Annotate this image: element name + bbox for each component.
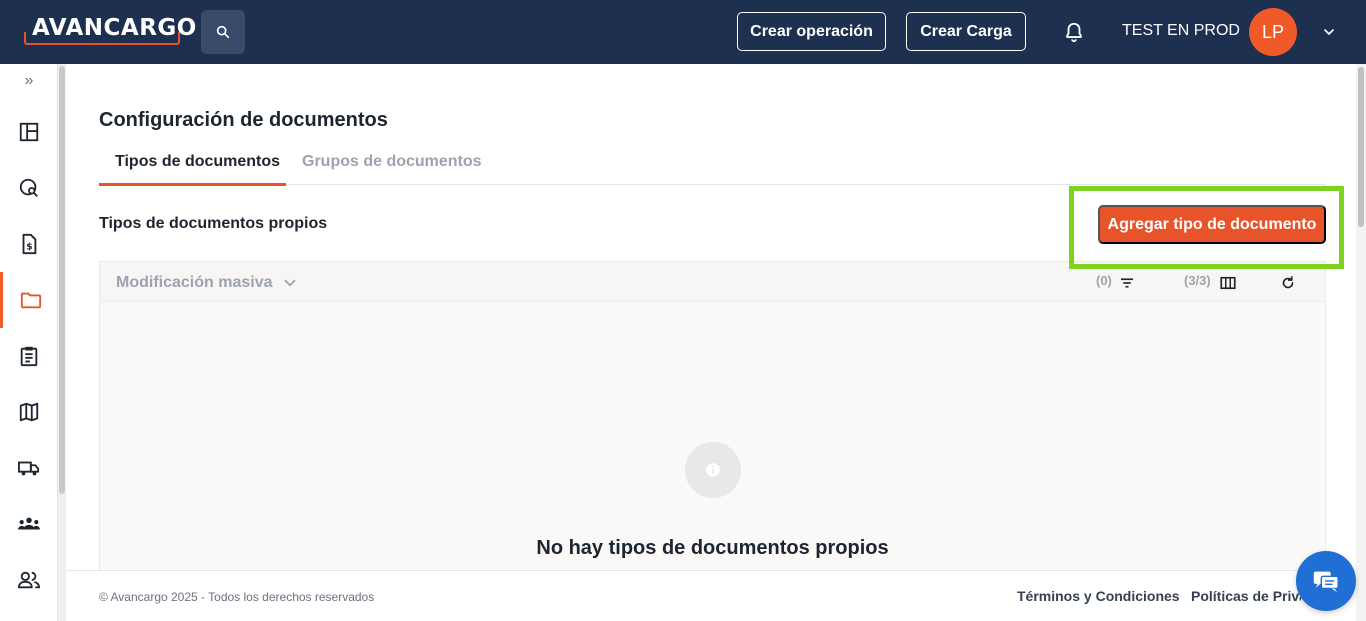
- add-document-type-button[interactable]: Agregar tipo de documento: [1098, 205, 1326, 244]
- terms-link[interactable]: Términos y Condiciones: [1017, 588, 1180, 604]
- refresh-icon[interactable]: [1279, 274, 1297, 292]
- sidebar-item-groups[interactable]: [0, 496, 58, 552]
- chat-widget-button[interactable]: [1296, 551, 1356, 611]
- search-icon: [216, 25, 230, 39]
- sidebar-item-invoices[interactable]: $: [0, 216, 58, 272]
- filter-count: (0): [1096, 273, 1112, 288]
- create-load-button[interactable]: Crear Carga: [906, 12, 1026, 51]
- main-scrollbar-thumb[interactable]: [1358, 67, 1364, 227]
- sidebar-scrollbar-thumb[interactable]: [59, 66, 65, 494]
- columns-count: (3/3): [1184, 273, 1211, 288]
- folder-icon: [20, 292, 41, 309]
- users-icon: [18, 571, 41, 589]
- dashboard-icon: [19, 122, 39, 142]
- bulk-edit-label: Modificación masiva: [116, 274, 273, 291]
- sidebar: » $: [0, 64, 58, 621]
- logo-underline: [24, 32, 180, 45]
- main-content: Configuración de documentos Tipos de doc…: [66, 64, 1356, 621]
- create-operation-button[interactable]: Crear operación: [737, 12, 886, 51]
- footer: © Avancargo 2025 - Todos los derechos re…: [66, 570, 1356, 621]
- info-icon: [706, 463, 720, 477]
- avatar[interactable]: LP: [1249, 8, 1297, 56]
- section-title: Tipos de documentos propios: [99, 215, 328, 232]
- group-icon: [18, 517, 40, 530]
- sidebar-expand-icon[interactable]: »: [19, 72, 39, 92]
- sidebar-item-fleet[interactable]: [0, 440, 58, 496]
- sidebar-item-documents[interactable]: [0, 272, 58, 328]
- tab-document-groups[interactable]: Grupos de documentos: [302, 153, 482, 171]
- top-navbar: AVANCARGO Crear operación Crear Carga TE…: [0, 0, 1366, 64]
- chevron-down-icon[interactable]: [1320, 24, 1338, 40]
- privacy-link[interactable]: Políticas de Privacidad: [1191, 588, 1301, 604]
- page-title: Configuración de documentos: [99, 109, 388, 131]
- svg-text:$: $: [26, 242, 32, 253]
- sidebar-item-users[interactable]: [0, 552, 58, 608]
- active-tab-indicator: [99, 183, 286, 186]
- search-button[interactable]: [201, 10, 245, 54]
- truck-icon: [18, 461, 40, 476]
- invoice-icon: $: [22, 233, 37, 255]
- document-types-table: Modificación masiva (0) (3/3) No hay tip…: [99, 261, 1326, 621]
- columns-icon[interactable]: [1219, 274, 1237, 292]
- map-icon: [19, 402, 39, 422]
- globe-search-icon: [19, 178, 38, 197]
- copyright-text: © Avancargo 2025 - Todos los derechos re…: [99, 590, 375, 604]
- tab-document-types[interactable]: Tipos de documentos: [115, 153, 280, 171]
- avancargo-logo[interactable]: AVANCARGO: [24, 14, 196, 46]
- chevron-down-icon: [284, 279, 295, 287]
- chat-icon: [1313, 571, 1339, 593]
- sidebar-item-orders[interactable]: [0, 328, 58, 384]
- empty-state-message: No hay tipos de documentos propios: [536, 537, 889, 559]
- sidebar-item-dashboard[interactable]: [0, 104, 58, 160]
- bulk-edit-dropdown[interactable]: Modificación masiva: [116, 274, 299, 292]
- clipboard-icon: [20, 346, 38, 367]
- user-name: TEST EN PROD: [1122, 22, 1240, 39]
- sidebar-item-tracking[interactable]: [0, 160, 58, 216]
- filter-icon[interactable]: [1118, 274, 1136, 292]
- empty-state-info-badge: [685, 442, 741, 498]
- notifications-bell-icon[interactable]: [1063, 21, 1085, 43]
- sidebar-item-map[interactable]: [0, 384, 58, 440]
